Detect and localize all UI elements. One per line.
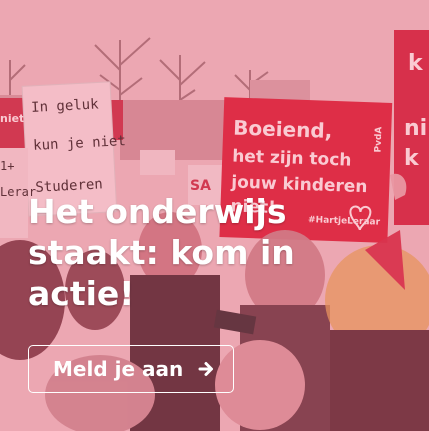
headline: Het onderwijs staakt: kom in actie! xyxy=(28,192,295,313)
hero-banner: niet In geluk kun je niet Studeren 1+ Le… xyxy=(0,0,429,431)
sign-up-button[interactable]: Meld je aan xyxy=(28,345,234,393)
arrow-right-icon xyxy=(197,360,215,378)
sign-up-button-label: Meld je aan xyxy=(53,357,184,381)
